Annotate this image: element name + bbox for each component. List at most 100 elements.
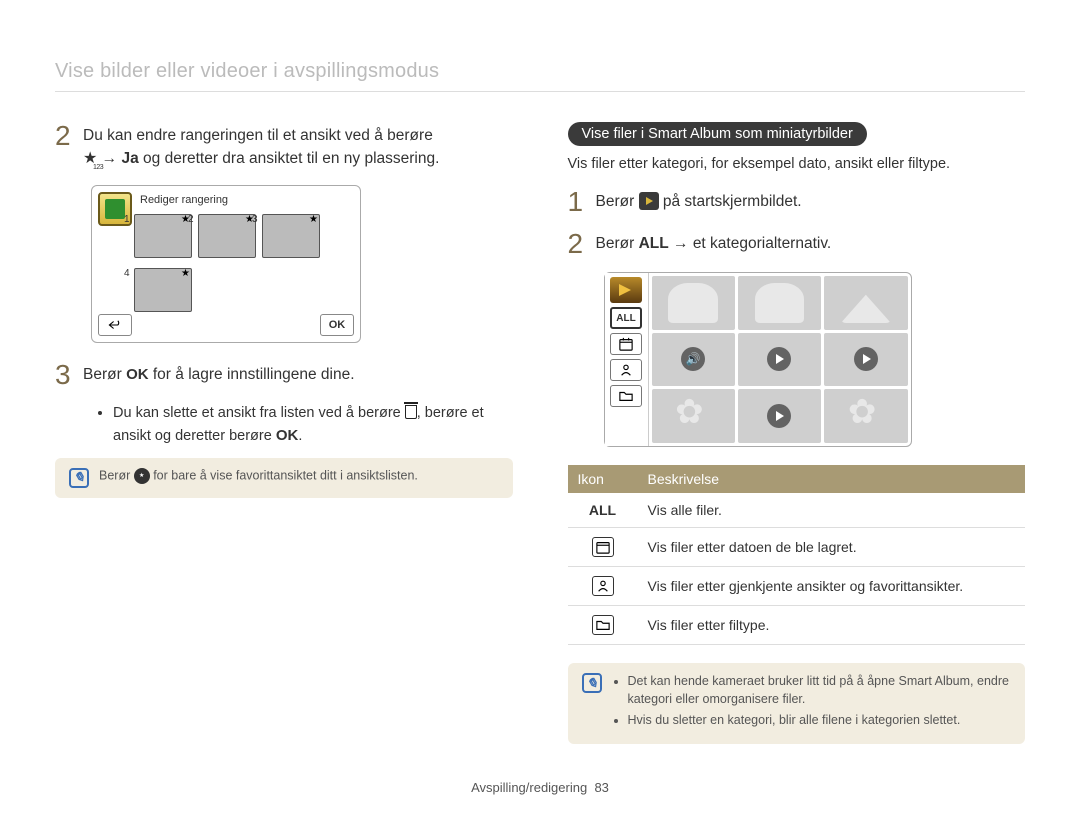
step-number: 1 — [568, 188, 596, 216]
table-row: ALL Vis alle filer. — [568, 493, 1026, 528]
thumbnail[interactable] — [824, 276, 907, 330]
table-desc: Vis alle filer. — [638, 493, 1026, 528]
bullet-text-a: Du kan slette et ansikt fra listen ved å… — [113, 405, 405, 421]
step2-line1: Du kan endre rangeringen til et ansikt v… — [83, 127, 433, 144]
note-icon: ✎ — [69, 468, 89, 488]
table-header-desc: Beskrivelse — [638, 465, 1026, 493]
album-tab-icon[interactable] — [610, 277, 642, 303]
thumbnail-sidebar: ALL — [605, 273, 649, 446]
step1-a: Berør — [596, 193, 639, 210]
folder-icon — [619, 389, 633, 403]
sidebar-folder-button[interactable] — [610, 385, 642, 407]
step3-b: for å lagre innstillingene dine. — [149, 366, 355, 383]
table-row: Vis filer etter datoen de ble lagret. — [568, 528, 1026, 567]
sound-icon: 🔊 — [681, 347, 705, 371]
ok-button[interactable]: OK — [320, 314, 354, 336]
note-b: for bare å vise favorittansiktet ditt i … — [150, 468, 418, 482]
note-text: Berør ★ for bare å vise favorittansiktet… — [99, 468, 418, 484]
arrow-text: → — [102, 150, 122, 167]
right-column: Vise filer i Smart Album som miniatyrbil… — [568, 122, 1026, 744]
bullet-item: Du kan slette et ansikt fra listen ved å… — [113, 403, 513, 448]
thumbnail[interactable] — [652, 276, 735, 330]
table-header-icon: Ikon — [568, 465, 638, 493]
table-desc: Vis filer etter datoen de ble lagret. — [638, 528, 1026, 567]
sidebar-person-button[interactable] — [610, 359, 642, 381]
step-number: 2 — [568, 230, 596, 258]
back-button[interactable] — [98, 314, 132, 336]
back-arrow-icon — [108, 319, 122, 331]
table-desc: Vis filer etter gjenkjente ansikter og f… — [638, 567, 1026, 606]
page-title: Vise bilder eller videoer i avspillingsm… — [55, 60, 1025, 83]
face-num-1: 1 — [124, 214, 130, 225]
ok-inline-icon: OK — [276, 427, 299, 444]
thumbnail[interactable] — [824, 389, 907, 443]
thumbnail-video[interactable] — [824, 333, 907, 387]
edit-ranking-panel: Rediger rangering 1★ 2★ 3★ 4★ OK — [91, 185, 361, 343]
step3-a: Berør — [83, 366, 126, 383]
flower-silhouette — [679, 402, 707, 430]
step-number: 2 — [55, 122, 83, 171]
header-rule — [55, 91, 1025, 92]
note-box-right: ✎ Det kan hende kameraet bruker litt tid… — [568, 663, 1026, 744]
step2-b: → et kategorialternativ. — [669, 235, 832, 252]
step-3: 3 Berør OK for å lagre innstillingene di… — [55, 361, 513, 389]
thumbnail-audio[interactable]: 🔊 — [652, 333, 735, 387]
step-2: 2 Du kan endre rangeringen til et ansikt… — [55, 122, 513, 171]
star-off-icon: ★ — [134, 468, 150, 484]
note-icon: ✎ — [582, 673, 602, 693]
ja-text: Ja — [121, 150, 138, 167]
sidebar-all-button[interactable]: ALL — [610, 307, 642, 329]
sidebar-calendar-button[interactable] — [610, 333, 642, 355]
calendar-icon — [592, 537, 614, 557]
play-icon — [854, 347, 878, 371]
thumbnail[interactable] — [652, 389, 735, 443]
step2-a: Berør — [596, 235, 639, 252]
star-icon: ★ — [309, 214, 318, 225]
trash-icon — [405, 405, 417, 419]
note-item: Det kan hende kameraet bruker litt tid p… — [628, 673, 1012, 708]
note-list: Det kan hende kameraet bruker litt tid p… — [628, 673, 1012, 734]
note-box: ✎ Berør ★ for bare å vise favorittansikt… — [55, 458, 513, 498]
step2-line2b: og deretter dra ansiktet til en ny plass… — [139, 150, 440, 167]
left-column: 2 Du kan endre rangeringen til et ansikt… — [55, 122, 513, 744]
playback-icon — [639, 192, 659, 210]
table-row: Vis filer etter filtype. — [568, 606, 1026, 645]
step1-b: på startskjermbildet. — [659, 193, 802, 210]
person-icon — [619, 363, 633, 377]
play-icon — [767, 404, 791, 428]
editor-title: Rediger rangering — [140, 194, 228, 206]
thumbnail-panel: ALL 🔊 — [604, 272, 912, 447]
table-row: Vis filer etter gjenkjente ansikter og f… — [568, 567, 1026, 606]
thumbnail[interactable] — [738, 276, 821, 330]
note-item: Hvis du sletter en kategori, blir alle f… — [628, 712, 1012, 730]
face-num-2: 2 — [188, 214, 194, 225]
star-icon: ★ — [181, 268, 190, 279]
all-icon-text: ALL — [589, 502, 616, 518]
star-123-icon: ★ — [83, 147, 97, 171]
icon-description-table: Ikon Beskrivelse ALL Vis alle filer. Vis… — [568, 465, 1026, 645]
bullet-text-c: . — [298, 428, 302, 444]
play-icon — [767, 347, 791, 371]
folder-icon — [592, 615, 614, 635]
face-num-4: 4 — [124, 268, 130, 279]
face-num-3: 3 — [252, 214, 258, 225]
step-number: 3 — [55, 361, 83, 389]
all-text: ALL — [639, 235, 669, 252]
thumbnail-grid: 🔊 — [649, 273, 911, 446]
calendar-icon — [619, 337, 633, 351]
table-desc: Vis filer etter filtype. — [638, 606, 1026, 645]
footer-page: 83 — [594, 780, 608, 795]
section-subtitle: Vis filer etter kategori, for eksempel d… — [568, 156, 1026, 172]
section-heading: Vise filer i Smart Album som miniatyrbil… — [568, 122, 867, 146]
ok-inline-icon: OK — [126, 366, 149, 383]
step-1-right: 1 Berør på startskjermbildet. — [568, 188, 1026, 216]
footer-section: Avspilling/redigering — [471, 780, 587, 795]
step3-bullets: Du kan slette et ansikt fra listen ved å… — [95, 403, 513, 448]
page-footer: Avspilling/redigering 83 — [0, 780, 1080, 795]
thumbnail-video[interactable] — [738, 389, 821, 443]
note-a: Berør — [99, 468, 134, 482]
step-2-right: 2 Berør ALL → et kategorialternativ. — [568, 230, 1026, 258]
thumbnail-video[interactable] — [738, 333, 821, 387]
flower-silhouette — [852, 402, 880, 430]
person-icon — [592, 576, 614, 596]
